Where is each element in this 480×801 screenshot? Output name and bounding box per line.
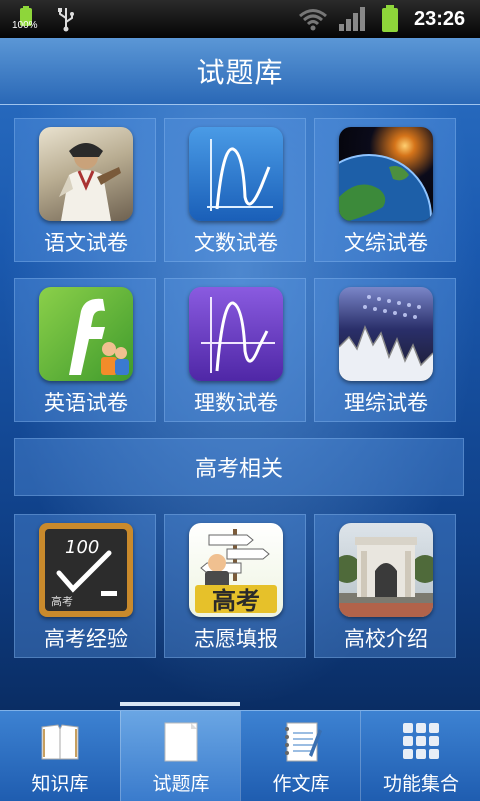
nav-label: 功能集合 [382, 773, 459, 795]
tile-label: 文综试卷 [344, 231, 428, 255]
board-caption: 高考 [51, 594, 73, 608]
signal-icon [339, 7, 365, 31]
math-graph-purple-icon [189, 287, 283, 381]
tile-science-math-exam[interactable]: 理数试卷 [164, 278, 306, 422]
university-gate-icon [339, 523, 433, 617]
scroll-indicator [120, 702, 240, 706]
nav-item-knowledge[interactable]: 知识库 [0, 711, 120, 801]
tile-arts-comprehensive-exam[interactable]: 文综试卷 [314, 118, 456, 262]
nav-item-exam-bank[interactable]: 试题库 [120, 711, 240, 801]
main-area: 试题库 语文试卷 文数试卷 文综试卷 英语试卷 理数试卷 理综试卷 高考相关 1… [0, 38, 480, 710]
wifi-icon [299, 9, 327, 31]
battery-percent: 100% [12, 20, 38, 31]
book-icon [41, 724, 79, 760]
status-clock: 23:26 [414, 8, 466, 30]
warrior-portrait-icon [39, 127, 133, 221]
status-bar: 100% 23:26 [0, 0, 480, 38]
tile-label: 语文试卷 [44, 231, 128, 255]
nav-label: 作文库 [272, 773, 330, 795]
grid-icon [403, 723, 439, 759]
math-graph-icon [189, 127, 283, 221]
tile-label: 英语试卷 [44, 391, 128, 415]
title-bar: 试题库 [0, 38, 480, 105]
tile-university-intro[interactable]: 高校介绍 [314, 514, 456, 658]
tile-application-filling[interactable]: 高考 志愿填报 [164, 514, 306, 658]
nav-label: 试题库 [152, 773, 210, 795]
tile-english-exam[interactable]: 英语试卷 [14, 278, 156, 422]
blackboard-100-icon: 100 高考 [39, 523, 133, 617]
tile-chinese-exam[interactable]: 语文试卷 [14, 118, 156, 262]
science-chart-icon [339, 287, 433, 381]
tile-label: 高考经验 [44, 627, 128, 651]
section-header-gaokao: 高考相关 [14, 438, 464, 496]
page-title: 试题库 [196, 56, 284, 89]
sign-text: 高考 [212, 587, 260, 615]
notebook-icon [285, 722, 322, 762]
signpost-gaokao-icon: 高考 [189, 523, 283, 617]
tile-label: 高校介绍 [344, 627, 428, 651]
bottom-nav: 知识库 试题库 作文库 功能集合 [0, 710, 480, 801]
earth-icon [339, 127, 433, 221]
board-score: 100 [65, 537, 99, 558]
tile-arts-math-exam[interactable]: 文数试卷 [164, 118, 306, 262]
tile-label: 理数试卷 [194, 391, 278, 415]
tile-label: 文数试卷 [194, 231, 278, 255]
tile-label: 志愿填报 [194, 627, 278, 651]
section-title: 高考相关 [194, 457, 283, 482]
nav-label: 知识库 [31, 773, 89, 795]
nav-item-functions[interactable]: 功能集合 [360, 711, 480, 801]
battery-icon [380, 5, 400, 33]
tile-label: 理综试卷 [344, 391, 428, 415]
tile-science-comprehensive-exam[interactable]: 理综试卷 [314, 278, 456, 422]
letter-f-icon [39, 287, 133, 381]
usb-icon [58, 8, 74, 32]
nav-item-essay-bank[interactable]: 作文库 [240, 711, 360, 801]
paper-icon [164, 722, 198, 762]
tile-gaokao-experience[interactable]: 100 高考 高考经验 [14, 514, 156, 658]
